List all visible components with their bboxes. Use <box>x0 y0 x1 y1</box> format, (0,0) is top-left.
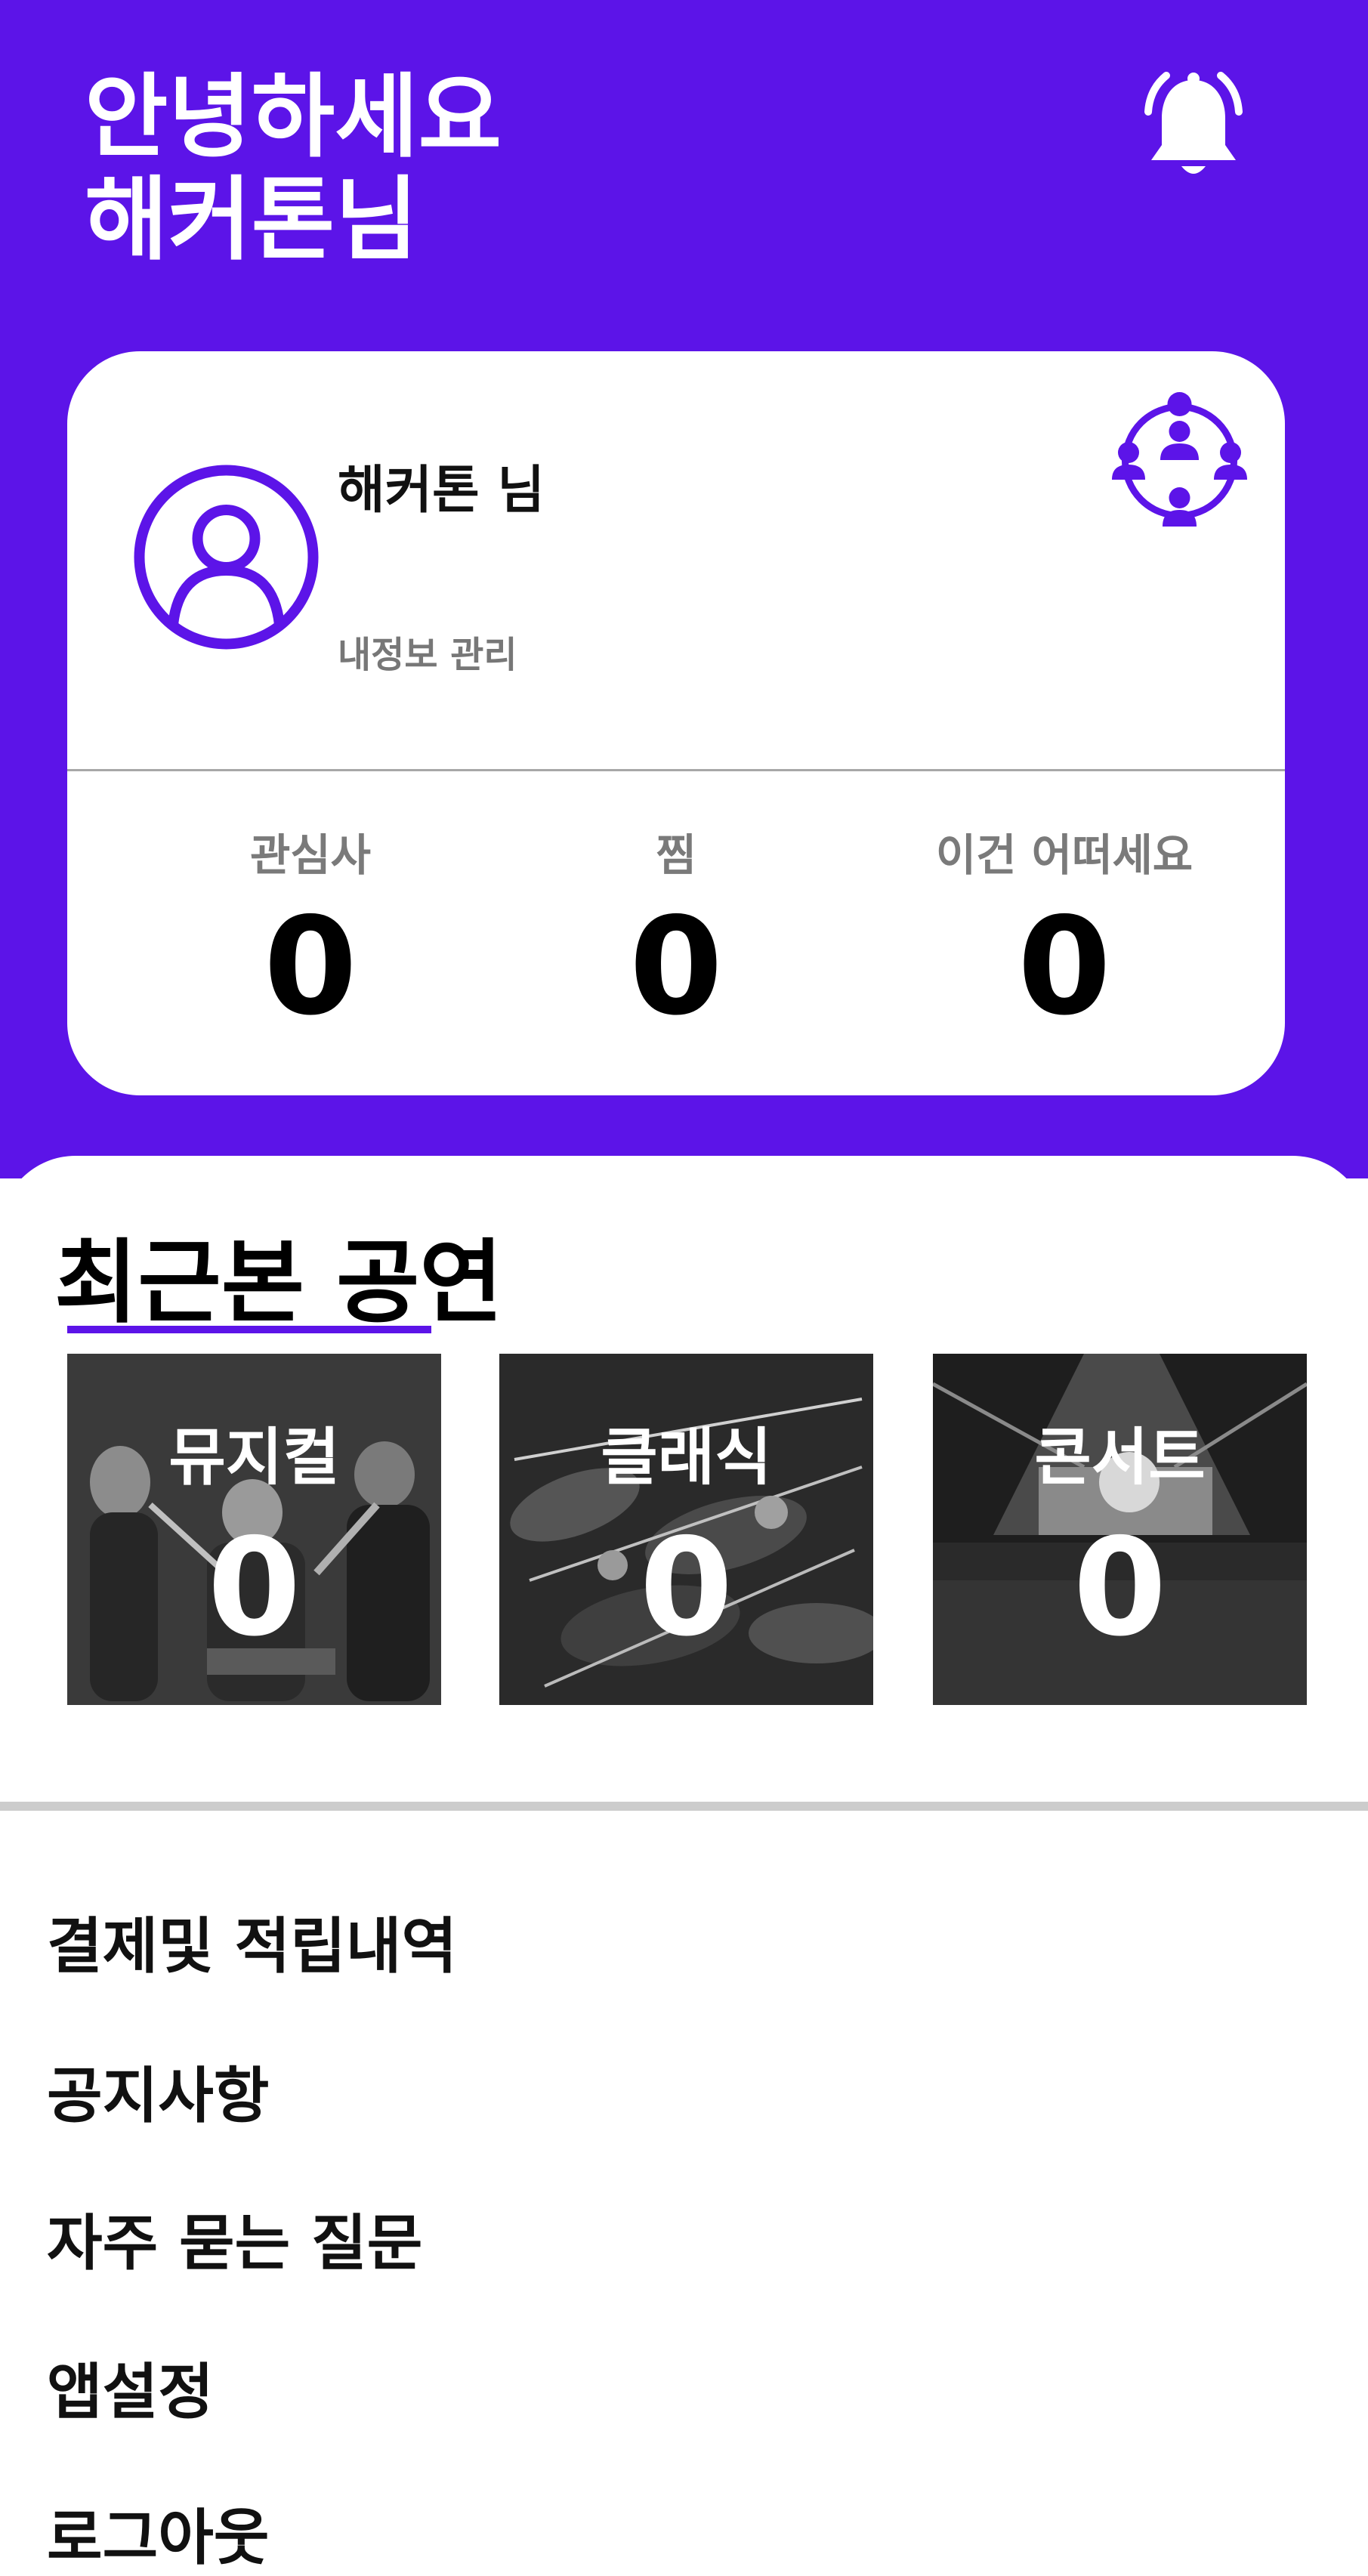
category-tile-classic[interactable]: 클래식 0 <box>499 1354 873 1705</box>
stat-interests[interactable]: 관심사 0 <box>114 820 507 1039</box>
profile-card: 해커톤 님 내정보 관리 관심사 0 찜 0 이건 어떠세요 0 <box>67 351 1285 1095</box>
menu-payment-history[interactable]: 결제및 적립내역 <box>47 1898 457 1985</box>
greeting-title: 안녕하세요 해커톤님 <box>85 66 502 272</box>
greeting-line-1: 안녕하세요 <box>85 65 502 170</box>
menu-divider <box>0 1802 1368 1811</box>
stat-label: 이건 어떠세요 <box>935 829 1194 881</box>
stat-label: 관심사 <box>249 829 372 881</box>
card-divider <box>67 769 1285 771</box>
section-underline <box>67 1326 431 1333</box>
recent-section-title: 최근본 공연 <box>54 1231 503 1336</box>
stat-recommend[interactable]: 이건 어떠세요 0 <box>868 820 1261 1039</box>
user-avatar-icon <box>134 465 319 650</box>
header: 안녕하세요 해커톤님 해커톤 님 내정보 관리 관심사 0 찜 0 이건 어떠세… <box>0 0 1368 1178</box>
stat-value: 0 <box>264 888 357 1045</box>
greeting-line-2: 해커톤님 <box>85 168 418 273</box>
category-label: 콘서트 <box>1034 1422 1206 1493</box>
category-count: 0 <box>207 1509 301 1666</box>
bell-icon[interactable] <box>1133 66 1254 187</box>
category-tile-musical[interactable]: 뮤지컬 0 <box>67 1354 441 1705</box>
menu-logout[interactable]: 로그아웃 <box>47 2489 269 2576</box>
manage-profile-link[interactable]: 내정보 관리 <box>338 625 517 678</box>
category-count: 0 <box>639 1509 733 1666</box>
menu-faq[interactable]: 자주 묻는 질문 <box>47 2195 422 2282</box>
stat-value: 0 <box>1018 888 1111 1045</box>
group-network-icon[interactable] <box>1106 388 1253 535</box>
user-name: 해커톤 님 <box>338 461 545 520</box>
main-content: 최근본 공연 뮤지컬 0 클래식 0 콘서트 0 결제및 적립내역 공지사항 자… <box>0 1156 1368 2576</box>
menu-notices[interactable]: 공지사항 <box>47 2047 269 2135</box>
category-count: 0 <box>1073 1509 1167 1666</box>
category-label: 클래식 <box>601 1422 772 1493</box>
menu-app-settings[interactable]: 앱설정 <box>47 2343 214 2431</box>
category-label: 뮤지컬 <box>168 1422 340 1493</box>
stat-value: 0 <box>629 888 723 1045</box>
stat-label: 찜 <box>656 829 696 881</box>
category-tile-concert[interactable]: 콘서트 0 <box>933 1354 1307 1705</box>
stat-wishlist[interactable]: 찜 0 <box>480 820 872 1039</box>
